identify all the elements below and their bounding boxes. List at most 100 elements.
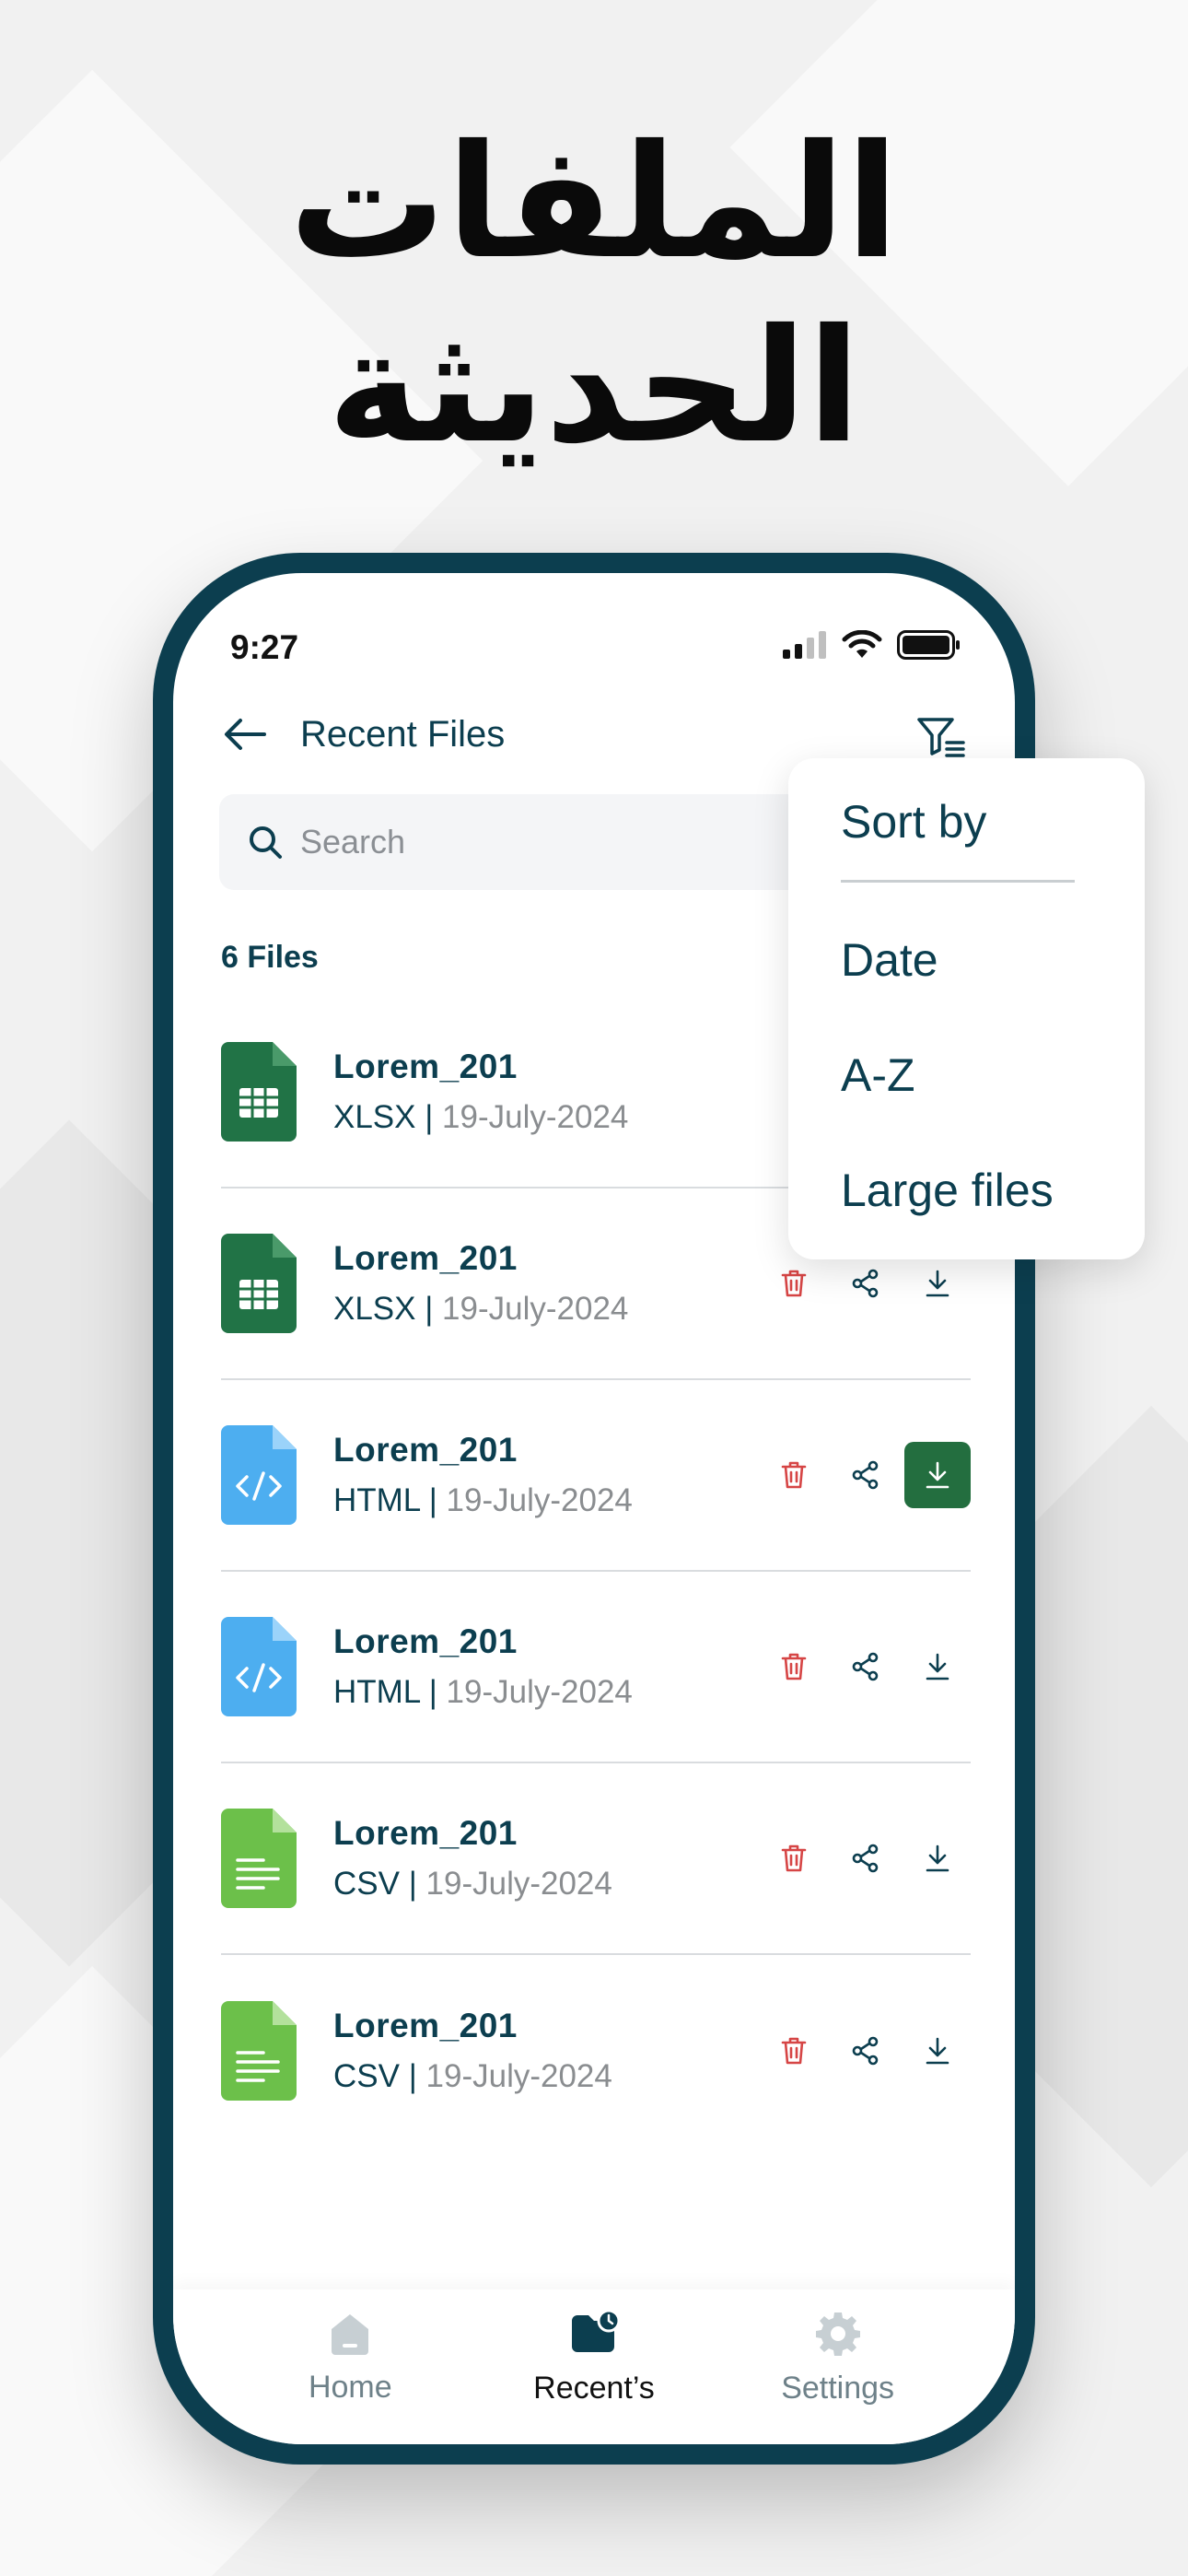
- nav-label: Recent’s: [533, 2370, 655, 2406]
- file-text: Lorem_201 CSV | 19-July-2024: [333, 1814, 612, 1903]
- file-row[interactable]: Lorem_201 CSV | 19-July-2024: [221, 1763, 971, 1955]
- share-icon: [852, 1460, 879, 1490]
- row-actions: [755, 2018, 971, 2084]
- row-actions: [755, 1250, 971, 1317]
- csv-file-icon: [221, 2001, 297, 2101]
- delete-button[interactable]: [761, 1442, 827, 1508]
- file-meta: XLSX | 19-July-2024: [333, 1099, 628, 1136]
- share-button[interactable]: [833, 2018, 899, 2084]
- file-type: CSV: [333, 2058, 400, 2094]
- file-name: Lorem_201: [333, 1239, 518, 1277]
- file-type: XLSX: [333, 1291, 416, 1327]
- file-date: 19-July-2024: [425, 1866, 612, 1902]
- share-icon: [852, 2036, 879, 2066]
- html-file-icon: [221, 1617, 297, 1716]
- download-icon: [926, 1270, 949, 1297]
- file-name: Lorem_201: [333, 1622, 518, 1660]
- meta-separator: |: [399, 1866, 426, 1902]
- file-type: XLSX: [333, 1099, 416, 1135]
- download-button[interactable]: [904, 1633, 971, 1700]
- delete-button[interactable]: [761, 1633, 827, 1700]
- file-text: Lorem_201 XLSX | 19-July-2024: [333, 1239, 628, 1328]
- file-date: 19-July-2024: [442, 1291, 629, 1327]
- share-icon: [852, 1844, 879, 1873]
- nav-item-recents[interactable]: Recent’s: [502, 2309, 686, 2406]
- bottom-nav: Home Recent’s Settings: [173, 2289, 1015, 2444]
- trash-icon: [781, 1653, 807, 1680]
- files-count: 6 Files: [221, 940, 319, 975]
- share-button[interactable]: [833, 1442, 899, 1508]
- nav-label: Settings: [781, 2370, 895, 2406]
- row-actions: [755, 1825, 971, 1891]
- download-icon: [926, 1461, 949, 1489]
- file-name: Lorem_201: [333, 1048, 518, 1085]
- download-button[interactable]: [904, 1825, 971, 1891]
- file-date: 19-July-2024: [442, 1099, 629, 1135]
- file-name: Lorem_201: [333, 1431, 518, 1469]
- file-meta: CSV | 19-July-2024: [333, 2058, 612, 2095]
- meta-separator: |: [399, 2058, 426, 2094]
- delete-button[interactable]: [761, 1250, 827, 1317]
- trash-icon: [781, 1461, 807, 1489]
- sort-option-large-files[interactable]: Large files: [841, 1164, 1054, 1217]
- download-icon: [926, 2037, 949, 2065]
- trash-icon: [781, 2037, 807, 2065]
- delete-button[interactable]: [761, 2018, 827, 2084]
- file-type: HTML: [333, 1674, 420, 1710]
- meta-separator: |: [419, 1482, 447, 1518]
- promo-headline: الملفات الحديثة: [0, 111, 1188, 479]
- sort-option-date[interactable]: Date: [841, 933, 938, 987]
- filter-button[interactable]: [914, 709, 969, 765]
- filter-icon: [917, 718, 965, 757]
- status-icons: [783, 629, 961, 664]
- file-meta: CSV | 19-July-2024: [333, 1866, 612, 1903]
- share-button[interactable]: [833, 1633, 899, 1700]
- xlsx-file-icon: [221, 1042, 297, 1142]
- meta-separator: |: [415, 1099, 443, 1135]
- share-button[interactable]: [833, 1250, 899, 1317]
- file-date: 19-July-2024: [446, 1674, 633, 1710]
- csv-file-icon: [221, 1809, 297, 1908]
- back-button[interactable]: [219, 708, 271, 760]
- promo-headline-line2: الحديثة: [327, 296, 861, 478]
- sort-menu: Sort by Date A-Z Large files: [788, 758, 1145, 1259]
- row-actions: [755, 1442, 971, 1508]
- file-meta: XLSX | 19-July-2024: [333, 1291, 628, 1328]
- share-icon: [852, 1269, 879, 1298]
- promo-headline-line1: الملفات: [288, 111, 900, 294]
- sort-option-a-z[interactable]: A-Z: [841, 1048, 915, 1102]
- search-icon: [250, 826, 282, 859]
- search-input[interactable]: [300, 823, 761, 861]
- file-date: 19-July-2024: [446, 1482, 633, 1518]
- file-text: Lorem_201 CSV | 19-July-2024: [333, 2007, 612, 2095]
- html-file-icon: [221, 1425, 297, 1525]
- divider: [841, 880, 1075, 883]
- share-button[interactable]: [833, 1825, 899, 1891]
- xlsx-file-icon: [221, 1234, 297, 1333]
- gear-icon: [815, 2312, 860, 2356]
- nav-label: Home: [308, 2369, 392, 2405]
- file-meta: HTML | 19-July-2024: [333, 1482, 633, 1519]
- recent-icon: [571, 2309, 621, 2352]
- download-button[interactable]: [904, 1250, 971, 1317]
- signal-icon: [783, 631, 827, 663]
- nav-item-settings[interactable]: Settings: [746, 2310, 930, 2406]
- file-row[interactable]: Lorem_201 CSV | 19-July-2024: [221, 1955, 971, 2147]
- trash-icon: [781, 1270, 807, 1297]
- file-name: Lorem_201: [333, 1814, 518, 1852]
- download-button[interactable]: [904, 1442, 971, 1508]
- row-actions: [755, 1633, 971, 1700]
- delete-button[interactable]: [761, 1825, 827, 1891]
- meta-separator: |: [415, 1291, 443, 1327]
- nav-item-home[interactable]: Home: [258, 2311, 442, 2406]
- meta-separator: |: [419, 1674, 447, 1710]
- home-icon: [332, 2313, 369, 2355]
- file-type: HTML: [333, 1482, 420, 1518]
- file-row[interactable]: Lorem_201 HTML | 19-July-2024: [221, 1572, 971, 1763]
- file-row[interactable]: Lorem_201 HTML | 19-July-2024: [221, 1380, 971, 1572]
- download-button[interactable]: [904, 2018, 971, 2084]
- back-arrow-icon: [225, 719, 266, 750]
- file-text: Lorem_201 XLSX | 19-July-2024: [333, 1048, 628, 1136]
- file-text: Lorem_201 HTML | 19-July-2024: [333, 1431, 633, 1519]
- file-type: CSV: [333, 1866, 400, 1902]
